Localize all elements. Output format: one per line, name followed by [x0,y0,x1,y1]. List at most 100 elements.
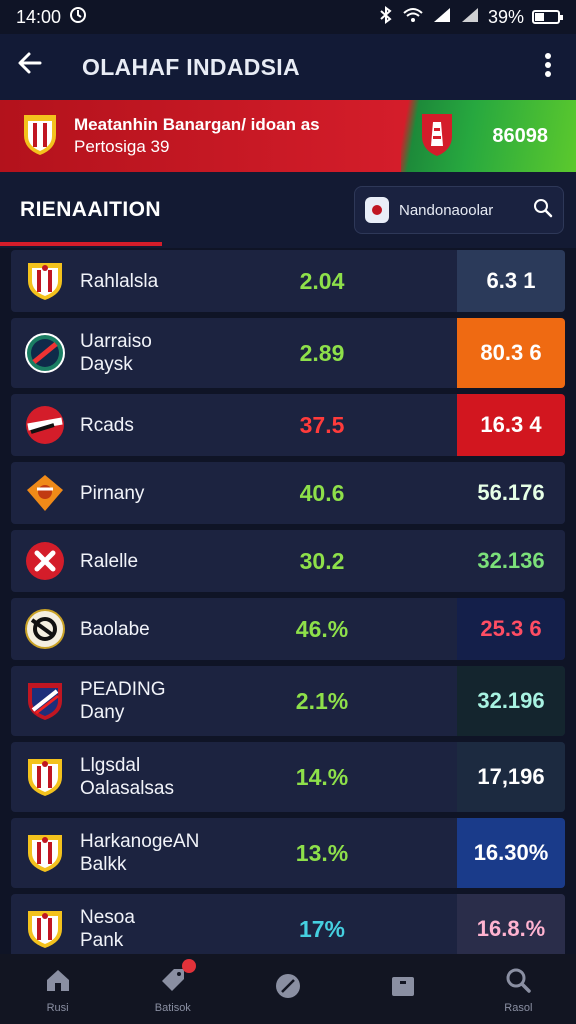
team-crest-icon [24,404,66,446]
team-row[interactable]: Uarraiso Daysk 2.89 80.3 6 [11,318,565,388]
lighthouse-crest-icon [419,110,455,163]
team-row[interactable]: HarkanogeAN Balkk 13.% 16.30% [11,818,565,888]
team-name: Nesoa Pank [80,906,260,952]
battery-percent: 39% [487,6,524,27]
team-name: Rahlalsla [80,270,260,293]
signal-icon [432,6,452,29]
team-percent: 30.2 [299,547,345,574]
team-percent: 2.89 [299,339,345,366]
team-row[interactable]: Rahlalsla 2.04 6.3 1 [11,250,565,312]
team-name-line-1: HarkanogeAN [80,831,200,852]
team-name-line-1: Ralelle [80,550,139,572]
team-list: Rahlalsla 2.04 6.3 1 Uarraiso Daysk 2.89 80.3 … [11,250,565,970]
team-name-line-1: Rcads [80,414,134,436]
app-bar: OLAHAF INDADSIA [0,34,576,100]
team-name-line-2: Daysk [80,354,133,375]
team-crest-icon [24,680,66,722]
nav-item-3[interactable] [358,971,448,1008]
team-crest-icon [24,472,66,514]
nav-item-0[interactable]: Rusi [13,965,103,1014]
banner-value: 86098 [492,124,548,147]
status-bar: 14:00 39% [0,0,576,34]
nav-label: Rasol [504,1001,533,1014]
team-row[interactable]: PEADING Dany 2.1% 32.196 [11,666,565,736]
box-icon [388,971,418,1004]
tab-row: RIENAAITION Nandonaoolar [0,172,576,248]
team-crest-icon [24,332,66,374]
tab-underline [0,242,162,246]
back-arrow-icon[interactable] [16,49,64,85]
team-crest-icon [24,832,66,874]
team-name-line-2: Pank [80,930,124,951]
more-menu-icon[interactable] [536,52,560,82]
notification-badge [181,958,196,973]
team-value: 25.3 6 [457,598,565,660]
team-name-line-1: Pirnany [80,482,145,504]
team-value: 32.136 [457,530,565,592]
team-crest-icon [24,540,66,582]
battery-icon [532,10,563,24]
nav-label: Batisok [154,1001,191,1014]
team-row[interactable]: Baolabe 46.% 25.3 6 [11,598,565,660]
team-name: HarkanogeAN Balkk [80,830,260,876]
team-value: 80.3 6 [457,318,565,388]
team-name-line-1: PEADING [80,679,166,700]
team-avatar-icon [365,197,389,223]
club-crest-icon [20,111,60,162]
search-icon[interactable] [533,198,553,223]
team-crest-icon [24,908,66,950]
team-value: 32.196 [457,666,565,736]
bluetooth-icon [378,5,394,29]
team-name: Pirnany [80,482,260,505]
bottom-nav: Rusi Batisok Rasol [0,954,576,1024]
team-percent: 37.5 [299,411,345,438]
team-row[interactable]: Pirnany 40.6 56.176 [11,462,565,524]
team-value: 6.3 1 [457,250,565,312]
team-percent: 14.% [295,763,349,790]
search-placeholder: Nandonaoolar [399,201,494,219]
team-name: Rcads [80,414,260,437]
team-name-line-1: Baolabe [80,618,150,640]
status-time: 14:00 [16,6,62,27]
team-name-line-1: Nesoa [80,907,135,928]
banner-main: Meatanhin Banargan/ idoan as Pertosiga 3… [0,100,401,172]
banner-line-2: Pertosiga 39 [74,137,170,156]
team-name: Llgsdal Oalasalsas [80,754,260,800]
team-crest-icon [24,756,66,798]
search-input[interactable]: Nandonaoolar [354,186,564,234]
tab-active[interactable]: RIENAAITION [20,198,161,222]
promo-banner[interactable]: Meatanhin Banargan/ idoan as Pertosiga 3… [0,100,576,172]
team-value: 56.176 [457,462,565,524]
search-icon [503,965,533,998]
banner-score: 86098 [401,100,576,172]
team-percent: 2.04 [299,267,345,294]
nav-item-4[interactable]: Rasol [473,965,563,1014]
team-name-line-1: Uarraiso [80,331,152,352]
team-percent: 13.% [295,839,349,866]
home-icon [43,965,73,998]
team-name-line-1: Rahlalsla [80,270,159,292]
team-crest-icon [24,608,66,650]
nav-item-2[interactable] [243,971,333,1008]
team-name-line-2: Balkk [80,854,127,875]
team-percent: 2.1% [295,687,349,714]
team-percent: 46.% [295,615,349,642]
team-name-line-1: Llgsdal [80,755,141,776]
team-name: Baolabe [80,618,260,641]
signal-icon-2 [460,6,480,29]
team-name: PEADING Dany [80,678,260,724]
team-name-line-2: Dany [80,702,125,723]
team-row[interactable]: Rcads 37.5 16.3 4 [11,394,565,456]
team-percent: 40.6 [299,479,345,506]
wifi-icon [402,6,424,29]
sync-icon [69,6,87,29]
nav-item-1[interactable]: Batisok [128,958,218,1014]
team-name: Uarraiso Daysk [80,330,260,376]
team-row[interactable]: Llgsdal Oalasalsas 14.% 17,196 [11,742,565,812]
leaf-icon [273,971,303,1004]
battery-fill [535,13,545,21]
team-crest-icon [24,260,66,302]
nav-label: Rusi [46,1001,69,1014]
banner-line-1: Meatanhin Banargan/ idoan as [74,115,320,134]
team-row[interactable]: Ralelle 30.2 32.136 [11,530,565,592]
